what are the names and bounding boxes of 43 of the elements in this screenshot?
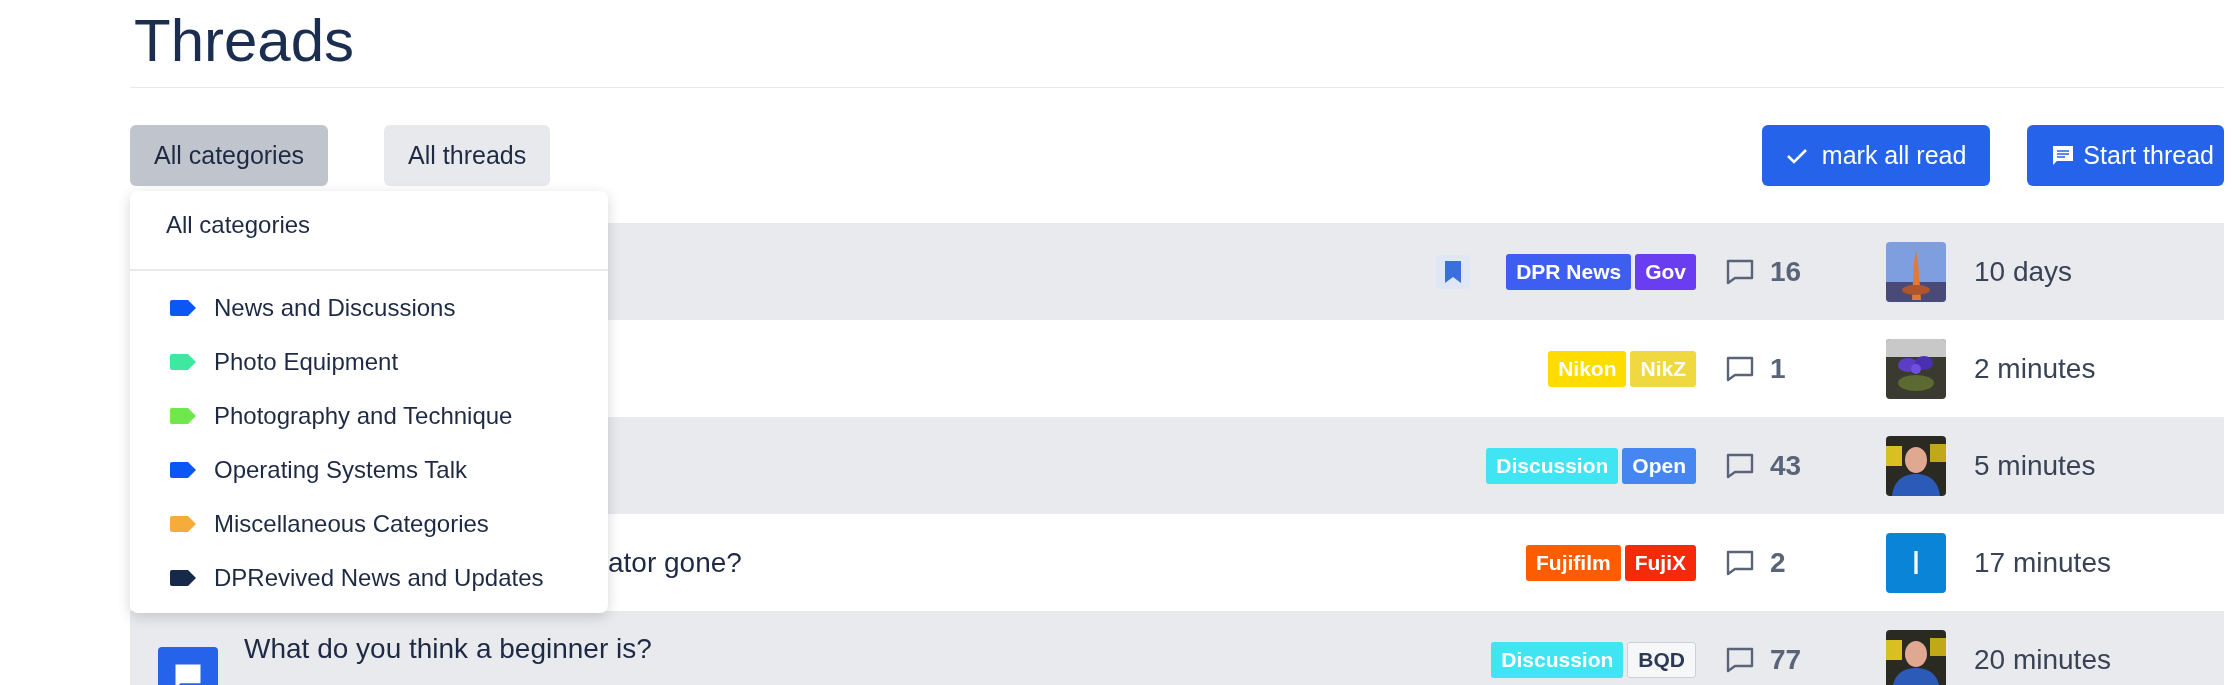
category-label: Miscellaneous Categories	[214, 510, 489, 538]
menu-item[interactable]: DPRevived News and Updates	[130, 551, 608, 605]
last-activity-time: 2 minutes	[1974, 352, 2097, 385]
reply-count: 43	[1770, 449, 1802, 482]
thread-title[interactable]: ator gone?	[608, 546, 742, 579]
reply-count: 1	[1770, 352, 1786, 385]
page-title: Threads	[134, 8, 356, 74]
category-label: Photo Equipment	[214, 348, 399, 376]
menu-item[interactable]: Photography and Technique	[130, 389, 608, 443]
last-activity-time: 17 minutes	[1974, 546, 2112, 579]
category-label: News and Discussions	[214, 294, 456, 322]
comment-icon	[1726, 452, 1754, 479]
reply-count: 77	[1770, 643, 1802, 676]
filter-button[interactable]: All categories	[130, 125, 329, 186]
comment-icon	[1726, 549, 1754, 576]
menu-item[interactable]: Miscellaneous Categories	[130, 497, 608, 551]
comment-icon	[1726, 646, 1754, 673]
menu-item[interactable]: Operating Systems Talk	[130, 443, 608, 497]
mark-read-button[interactable]: mark all read	[1761, 125, 1991, 186]
last-activity-time: 10 days	[1974, 255, 2074, 288]
category-label: Photography and Technique	[214, 402, 513, 430]
start-thread-button[interactable]: Start thread	[2027, 125, 2224, 186]
filter-button[interactable]: All threads	[384, 125, 551, 186]
tag-label[interactable]: FujiX	[1624, 544, 1696, 581]
reply-count: 16	[1770, 255, 1802, 288]
menu-item[interactable]: Photo Equipment	[130, 335, 608, 389]
category-label: DPRevived News and Updates	[214, 564, 544, 592]
bookmark-icon[interactable]	[1436, 254, 1471, 289]
user-avatar[interactable]: I	[1886, 532, 1946, 593]
comment-icon	[1726, 258, 1754, 285]
menu-item[interactable]: News and Discussions	[130, 281, 608, 335]
last-activity-time: 20 minutes	[1974, 643, 2112, 676]
chat-icon	[2051, 143, 2076, 168]
tag-label[interactable]: BQD	[1627, 641, 1696, 678]
check-icon	[1785, 146, 1808, 165]
tag-label[interactable]: Open	[1622, 447, 1696, 484]
category-label: Operating Systems Talk	[214, 456, 467, 484]
last-activity-time: 5 minutes	[1974, 449, 2097, 482]
comment-icon	[1726, 355, 1754, 382]
tag-label[interactable]: Gov	[1635, 253, 1696, 290]
tag-label[interactable]: DPR News	[1506, 253, 1632, 290]
thread-title[interactable]: What do you think a beginner is?	[244, 633, 652, 665]
reply-count: 2	[1770, 546, 1786, 579]
